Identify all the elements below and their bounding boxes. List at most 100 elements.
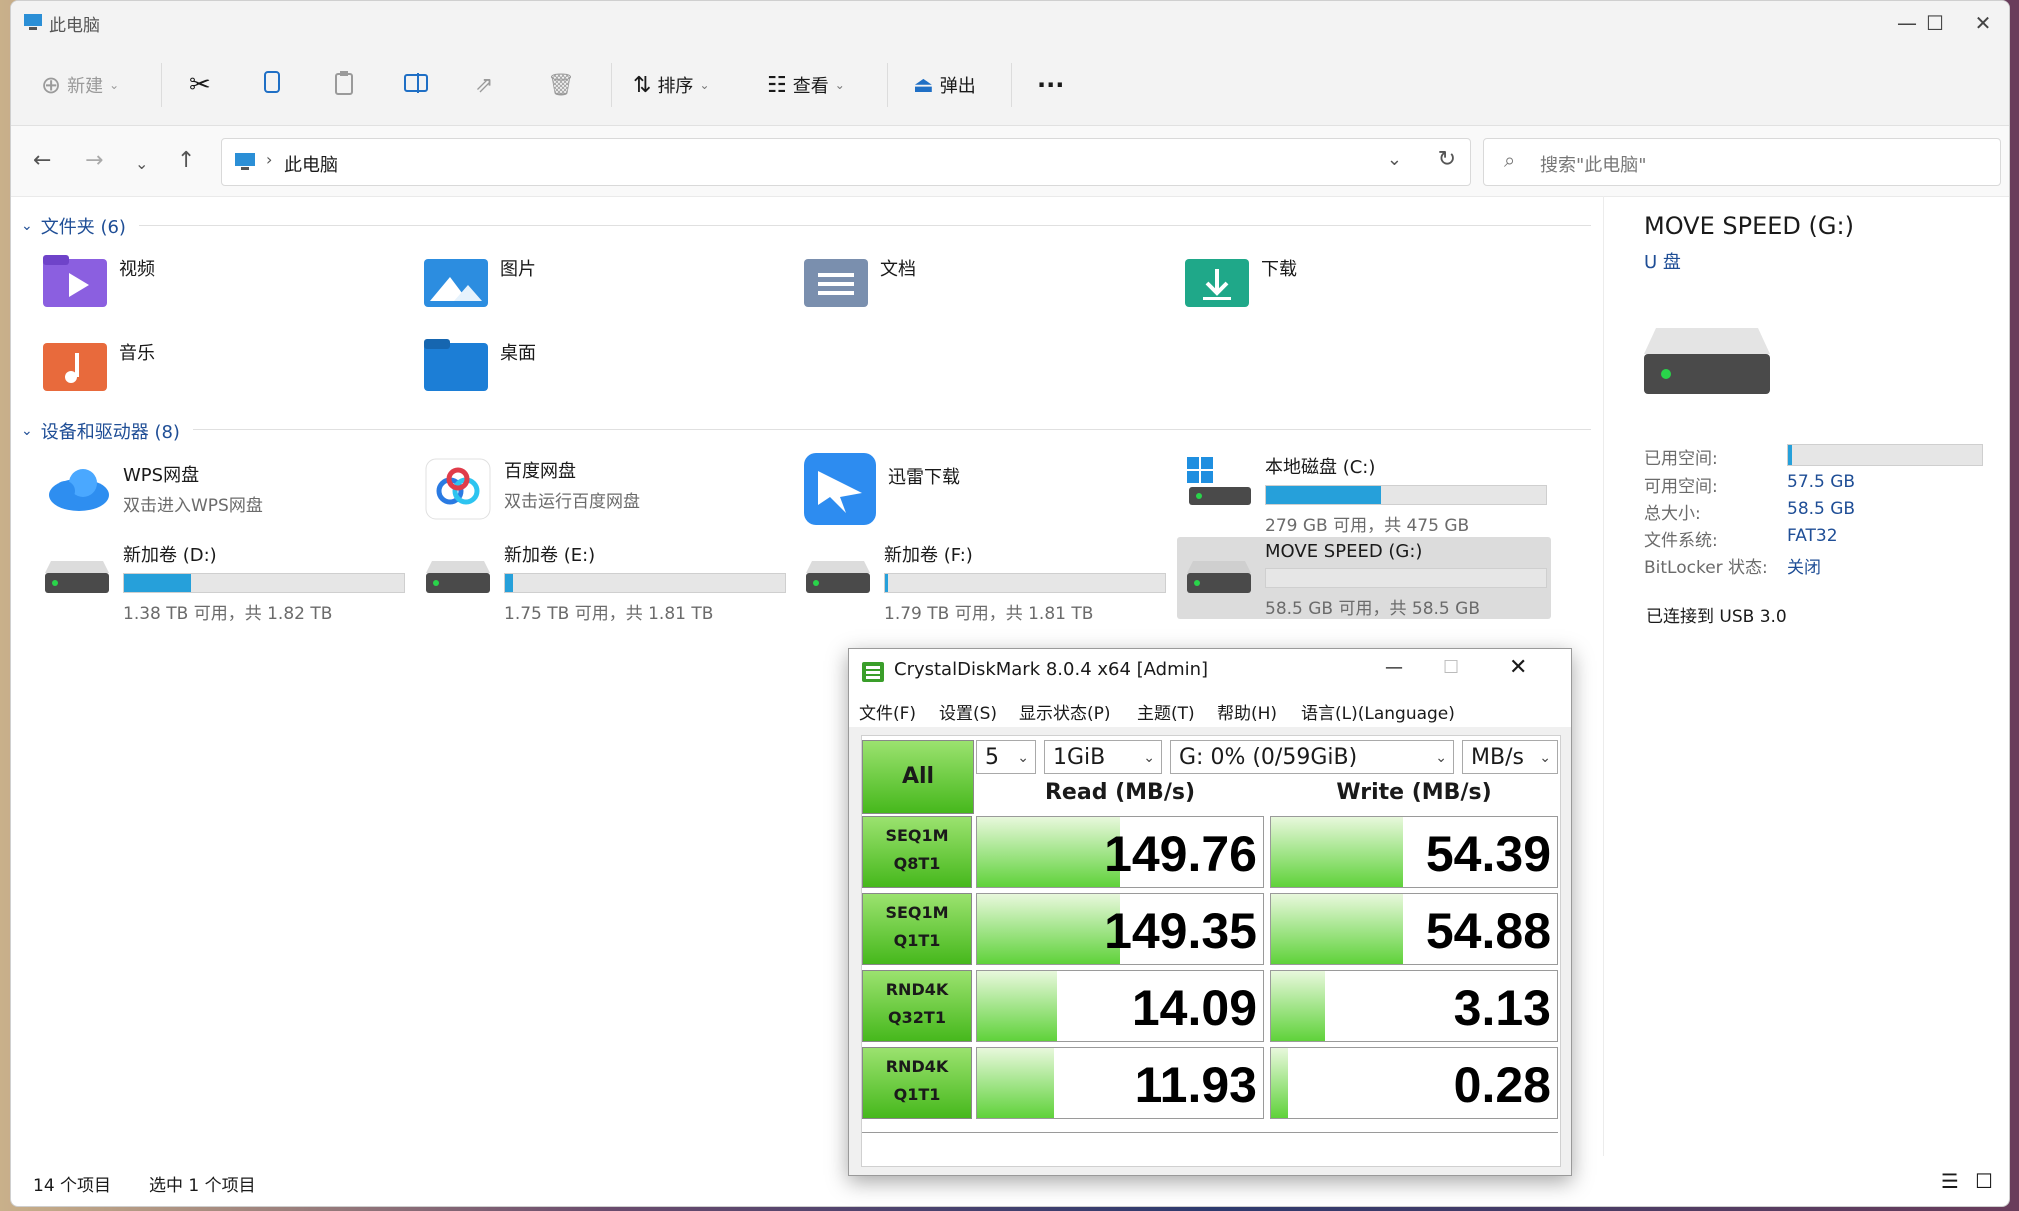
item-count: 14 个项目 — [33, 1176, 112, 1196]
menu-language[interactable]: 语言(L)(Language) — [1301, 699, 1455, 724]
menu-profile[interactable]: 显示状态(P) — [1019, 699, 1111, 724]
recent-dropdown-icon[interactable]: ⌄ — [135, 154, 148, 173]
cdm-minimize-button[interactable]: — — [1385, 657, 1403, 678]
folder-videos[interactable]: 视频 — [43, 255, 155, 311]
read-result-cell: 149.76 — [976, 816, 1264, 888]
folder-pictures[interactable]: 图片 — [424, 255, 536, 311]
all-button[interactable]: All — [862, 740, 974, 814]
maximize-button[interactable]: ☐ — [1915, 9, 1955, 37]
devices-header-label: 设备和驱动器 (8) — [40, 422, 180, 443]
cdm-maximize-button[interactable]: ☐ — [1443, 657, 1459, 678]
address-history-icon[interactable]: ⌄ — [1387, 149, 1402, 170]
xunlei-download[interactable]: 迅雷下载 — [804, 453, 960, 529]
menu-help[interactable]: 帮助(H) — [1217, 699, 1277, 724]
bitlocker-value: 关闭 — [1787, 558, 1821, 578]
share-button[interactable]: ⇗ — [475, 67, 493, 103]
folder-music[interactable]: 音乐 — [43, 339, 155, 395]
hard-drive-icon — [804, 557, 872, 601]
test-run-button[interactable]: SEQ1M Q1T1 — [862, 893, 972, 965]
test-count-select[interactable]: 5 ⌄ — [976, 740, 1036, 774]
menu-theme[interactable]: 主题(T) — [1137, 699, 1195, 724]
trash-icon: 🗑 — [547, 72, 575, 98]
write-speed-bar — [1271, 817, 1403, 887]
drive-name: 新加卷 (D:) — [123, 545, 217, 566]
test-queue: Q8T1 — [893, 854, 941, 873]
test-size-select[interactable]: 1GiB ⌄ — [1044, 740, 1162, 774]
folders-section-header[interactable]: ⌄ 文件夹 (6) — [21, 213, 126, 239]
folder-downloads[interactable]: 下载 — [1185, 255, 1297, 311]
cdm-comment-field[interactable] — [862, 1132, 1558, 1165]
plus-circle-icon: ⊕ — [41, 71, 62, 99]
write-speed-bar — [1271, 1048, 1289, 1118]
share-icon: ⇗ — [475, 72, 494, 98]
read-speed-bar — [977, 894, 1120, 964]
test-queue: Q1T1 — [893, 1085, 941, 1104]
pictures-folder-icon — [424, 255, 488, 311]
target-drive-select[interactable]: G: 0% (0/59GiB) ⌄ — [1170, 740, 1454, 774]
cut-button[interactable]: ✂ — [189, 67, 211, 103]
windows-drive-icon — [1185, 453, 1253, 515]
folder-label: 视频 — [119, 259, 155, 280]
file-system-value: FAT32 — [1787, 526, 1838, 546]
folder-label: 下载 — [1261, 259, 1297, 280]
delete-button[interactable]: 🗑 — [547, 67, 575, 103]
write-speed-value: 0.28 — [1453, 1057, 1551, 1113]
eject-icon: ⏏ — [913, 72, 934, 98]
drive-c[interactable]: 本地磁盘 (C:) 279 GB 可用，共 475 GB — [1185, 453, 1547, 536]
music-folder-icon — [43, 339, 107, 395]
watermark-text: 硬核君 — [1744, 1102, 1979, 1186]
app-name: 迅雷下载 — [888, 467, 960, 488]
folder-desktop[interactable]: 桌面 — [424, 339, 536, 395]
search-input[interactable]: ⌕ 搜索"此电脑" — [1483, 138, 2001, 186]
details-subtitle: U 盘 — [1644, 252, 1681, 273]
view-button[interactable]: ☷ 查看 ⌄ — [767, 67, 845, 103]
test-run-button[interactable]: RND4K Q32T1 — [862, 970, 972, 1042]
devices-section-header[interactable]: ⌄ 设备和驱动器 (8) — [21, 418, 180, 444]
menu-settings[interactable]: 设置(S) — [939, 699, 997, 724]
write-speed-value: 3.13 — [1453, 980, 1551, 1036]
target-drive-value: G: 0% (0/59GiB) — [1179, 745, 1358, 770]
folder-documents[interactable]: 文档 — [804, 255, 916, 311]
test-run-button[interactable]: RND4K Q1T1 — [862, 1047, 972, 1119]
total-size-value: 58.5 GB — [1787, 499, 1856, 519]
selected-count: 选中 1 个项目 — [149, 1176, 256, 1196]
drive-g[interactable]: MOVE SPEED (G:) 58.5 GB 可用，共 58.5 GB — [1185, 541, 1547, 619]
rename-button[interactable] — [403, 67, 429, 103]
drive-capacity: 58.5 GB 可用，共 58.5 GB — [1265, 599, 1480, 619]
free-space-value: 57.5 GB — [1787, 472, 1856, 492]
drive-f[interactable]: 新加卷 (F:) 1.79 TB 可用，共 1.81 TB — [804, 541, 1166, 624]
close-button[interactable]: ✕ — [1963, 9, 2003, 37]
paste-button[interactable] — [333, 67, 355, 103]
desktop-folder-icon — [424, 339, 488, 395]
address-bar[interactable]: › 此电脑 ⌄ ↻ — [221, 138, 1471, 186]
back-arrow-icon[interactable]: ← — [33, 148, 51, 173]
cdm-close-button[interactable]: ✕ — [1509, 655, 1527, 680]
eject-button[interactable]: ⏏ 弹出 — [913, 67, 976, 103]
forward-arrow-icon[interactable]: → — [85, 148, 103, 173]
drive-e[interactable]: 新加卷 (E:) 1.75 TB 可用，共 1.81 TB — [424, 541, 786, 624]
copy-button[interactable] — [261, 67, 283, 103]
chevron-down-icon: ⌄ — [21, 218, 33, 234]
refresh-icon[interactable]: ↻ — [1438, 147, 1456, 172]
sort-button[interactable]: ⇅ 排序 ⌄ — [633, 67, 710, 103]
this-pc-icon — [23, 13, 43, 35]
up-arrow-icon[interactable]: ↑ — [177, 148, 195, 173]
test-run-button[interactable]: SEQ1M Q8T1 — [862, 816, 972, 888]
folder-label: 图片 — [500, 259, 536, 280]
breadcrumb[interactable]: 此电脑 — [284, 151, 338, 177]
new-button[interactable]: ⊕ 新建 ⌄ — [41, 67, 119, 103]
hard-drive-icon — [1185, 557, 1253, 601]
wps-drive[interactable]: WPS网盘 双击进入WPS网盘 — [43, 461, 263, 521]
more-options-button[interactable]: ··· — [1037, 67, 1064, 103]
drive-d[interactable]: 新加卷 (D:) 1.38 TB 可用，共 1.82 TB — [43, 541, 405, 624]
test-size-value: 1GiB — [1053, 745, 1106, 770]
unit-select[interactable]: MB/s ⌄ — [1462, 740, 1558, 774]
baidu-drive[interactable]: 百度网盘 双击运行百度网盘 — [424, 457, 640, 525]
menu-file[interactable]: 文件(F) — [859, 699, 916, 724]
chevron-down-icon: ⌄ — [21, 423, 33, 439]
read-speed-bar — [977, 817, 1120, 887]
folder-label: 音乐 — [119, 343, 155, 364]
chevron-down-icon: ⌄ — [1435, 750, 1447, 766]
list-view-icon: ☷ — [767, 72, 787, 98]
baidu-netdisk-icon — [424, 457, 492, 525]
